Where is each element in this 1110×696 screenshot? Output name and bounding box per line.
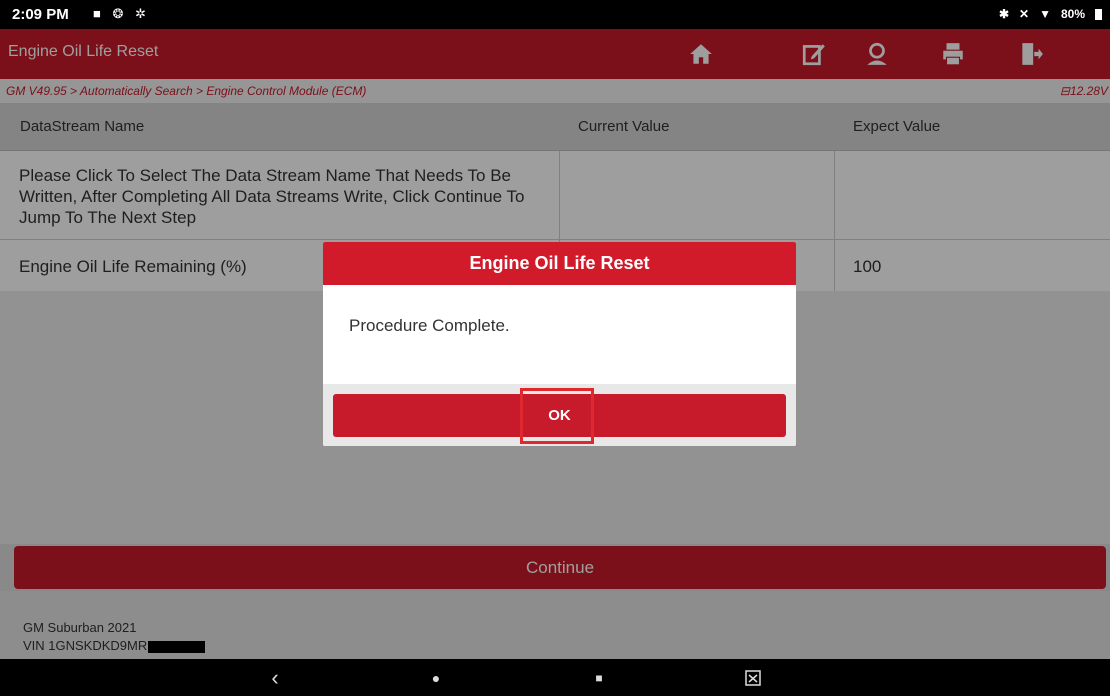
home-nav-button[interactable]: ● <box>421 659 451 696</box>
status-bar: 2:09 PM ■ ❂ ✲ ✱ ✕ ▼ 80% <box>0 0 1110 29</box>
status-time: 2:09 PM <box>12 6 69 23</box>
battery-icon <box>1095 8 1102 20</box>
back-icon: ‹ <box>271 664 279 690</box>
system-nav-bar: ‹ ● ■ <box>0 659 1110 696</box>
status-right: ✱ ✕ ▼ 80% <box>999 7 1102 21</box>
screenshot-button[interactable] <box>738 659 768 696</box>
recents-button[interactable]: ■ <box>584 659 614 696</box>
wifi-icon: ▼ <box>1039 7 1051 21</box>
recents-icon: ■ <box>595 670 603 685</box>
dialog-title: Engine Oil Life Reset <box>323 242 796 285</box>
ok-highlight-box <box>520 388 594 444</box>
screenshot-icon <box>745 669 761 686</box>
bluetooth-icon: ✱ <box>998 7 1010 21</box>
back-button[interactable]: ‹ <box>260 659 290 696</box>
dialog-message: Procedure Complete. <box>349 316 510 335</box>
battery-percent: 80% <box>1060 7 1085 21</box>
home-circle-icon: ● <box>431 669 441 686</box>
mute-icon: ✕ <box>1019 7 1030 21</box>
notification-icons: ■ ❂ ✲ <box>93 6 150 21</box>
